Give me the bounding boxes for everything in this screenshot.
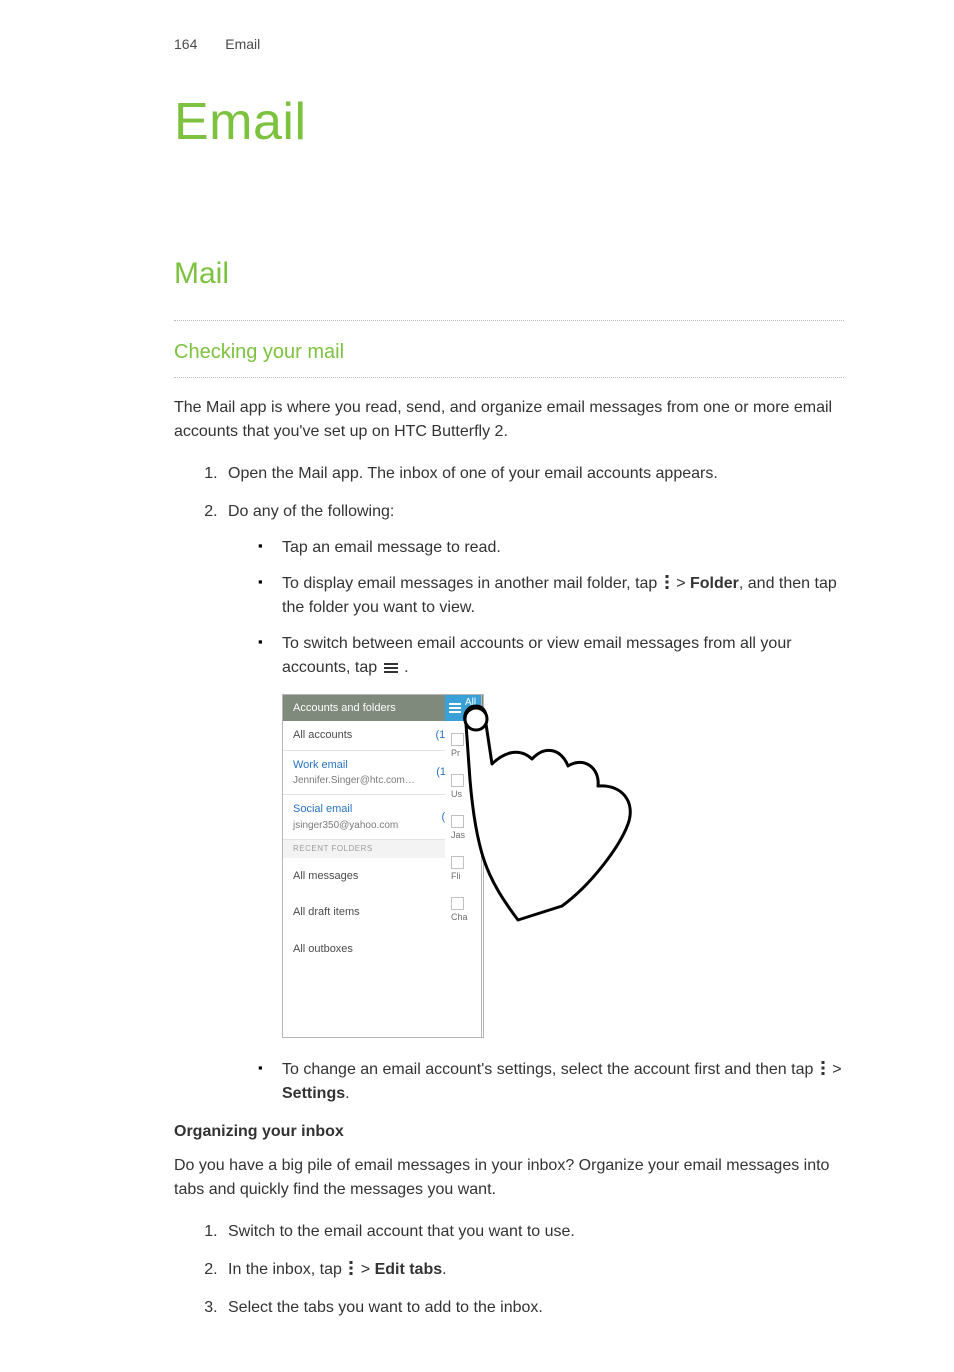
text-strong: Folder [690, 575, 739, 592]
checkbox-icon [451, 856, 464, 869]
mail-preview: Fli [451, 871, 481, 891]
text-fragment: . [345, 1085, 349, 1102]
checkbox-icon [451, 815, 464, 828]
checkbox-icon [451, 897, 464, 910]
substep-item: To switch between email accounts or view… [258, 632, 844, 1044]
folder-name: All outboxes [293, 941, 353, 958]
step-item: Do any of the following: Tap an email me… [222, 500, 844, 1106]
substep-item: Tap an email message to read. [258, 536, 844, 560]
vertical-dots-icon [664, 574, 670, 590]
right-panel: All(15 Pr Us Jas Fli Cha [445, 694, 482, 1038]
page-title: Email [174, 83, 844, 161]
text-fragment: To display email messages in another mai… [282, 575, 662, 592]
account-sub: Jennifer.Singer@htc.com… [293, 773, 415, 788]
folder-name: All draft items [293, 904, 360, 921]
substep-list: Tap an email message to read. To display… [228, 536, 844, 1106]
mail-preview: Pr [451, 748, 481, 768]
text-fragment: > [361, 1261, 375, 1278]
text-fragment: > [832, 1061, 841, 1078]
steps-list-b: Switch to the email account that you wan… [174, 1220, 844, 1320]
topbar-text: All(15 [465, 698, 479, 718]
intro-paragraph: The Mail app is where you read, send, an… [174, 396, 844, 444]
divider [174, 320, 844, 321]
menu-icon [384, 662, 398, 674]
organize-intro: Do you have a big pile of email messages… [174, 1154, 844, 1202]
text-strong: Edit tabs [375, 1261, 443, 1278]
illustration: Accounts and folders All accounts (15) W… [282, 694, 642, 1044]
checkbox-icon [451, 733, 464, 746]
substep-item: To change an email account's settings, s… [258, 1058, 844, 1106]
text-fragment: To change an email account's settings, s… [282, 1061, 818, 1078]
folder-name: All messages [293, 868, 358, 885]
step-item: Select the tabs you want to add to the i… [222, 1296, 844, 1320]
text-fragment: . [404, 659, 408, 676]
mail-preview: Us [451, 789, 481, 809]
page-header: 164 Email [174, 34, 844, 55]
step-item: Switch to the email account that you wan… [222, 1220, 844, 1244]
account-name: All accounts [293, 727, 352, 744]
vertical-dots-icon [348, 1260, 354, 1276]
account-name: Social email [293, 801, 398, 818]
step-item: Open the Mail app. The inbox of one of y… [222, 462, 844, 486]
menu-icon [449, 703, 461, 713]
panel-topbar: All(15 [445, 695, 481, 721]
page-number: 164 [174, 36, 197, 52]
text-fragment: > [676, 575, 690, 592]
step-text: Do any of the following: [228, 503, 394, 520]
mail-preview: Jas [451, 830, 481, 850]
organize-heading: Organizing your inbox [174, 1120, 844, 1144]
divider [174, 377, 844, 378]
substep-item: To display email messages in another mai… [258, 572, 844, 620]
steps-list-a: Open the Mail app. The inbox of one of y… [174, 462, 844, 1106]
account-sub: jsinger350@yahoo.com [293, 818, 398, 833]
step-item: In the inbox, tap > Edit tabs. [222, 1258, 844, 1282]
subsection-heading: Checking your mail [174, 327, 844, 371]
section-heading: Mail [174, 251, 844, 296]
text-strong: Settings [282, 1085, 345, 1102]
header-section: Email [225, 36, 260, 52]
checkbox-icon [451, 774, 464, 787]
account-name: Work email [293, 757, 415, 774]
mail-preview: Cha [451, 912, 481, 932]
text-fragment: . [442, 1261, 446, 1278]
text-fragment: To switch between email accounts or view… [282, 635, 792, 676]
text-fragment: In the inbox, tap [228, 1261, 346, 1278]
vertical-dots-icon [820, 1060, 826, 1076]
